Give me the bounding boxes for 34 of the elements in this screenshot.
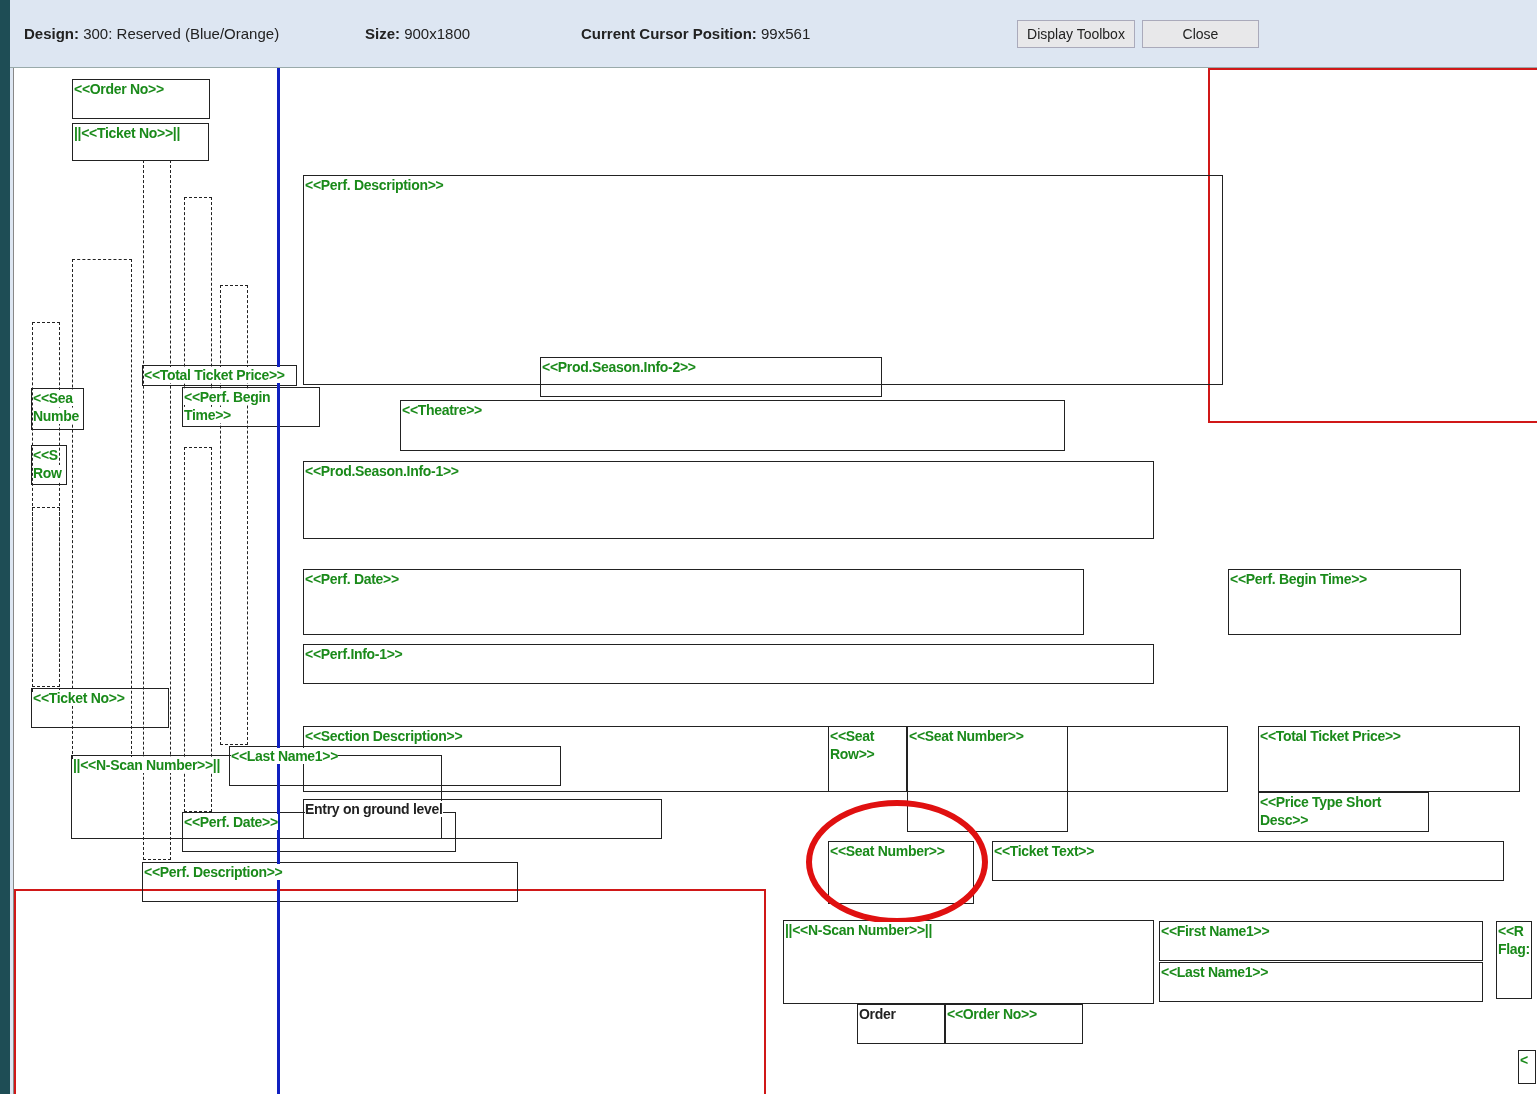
merge-field[interactable]: <<Theatre>>: [400, 400, 1065, 451]
merge-field[interactable]: <<Seat Number>>: [907, 726, 1068, 832]
merge-field[interactable]: ||<<N-Scan Number>>||: [783, 920, 1154, 1004]
merge-field[interactable]: <<Perf. Begin Time>>: [182, 387, 320, 427]
merge-field[interactable]: <: [1518, 1050, 1536, 1084]
merge-field[interactable]: <<Last Name1>>: [229, 746, 561, 786]
merge-field[interactable]: <<Perf. Description>>: [142, 862, 518, 902]
merge-field[interactable]: <<Seat Number>>: [828, 841, 974, 904]
toolbar-info: Design: 300: Reserved (Blue/Orange): [24, 25, 281, 42]
toolbar-info: Current Cursor Position: 99x561: [581, 25, 812, 42]
merge-field[interactable]: <<Order No>>: [72, 79, 210, 119]
merge-field[interactable]: <<First Name1>>: [1159, 921, 1483, 961]
merge-field[interactable]: <<Perf. Begin Time>>: [1228, 569, 1461, 635]
merge-field[interactable]: <<Prod.Season.Info-1>>: [303, 461, 1154, 539]
merge-field[interactable]: <<Seat Row>>: [828, 726, 907, 792]
merge-field[interactable]: <<Total Ticket Price>>: [142, 365, 297, 386]
text-field[interactable]: Entry on ground level: [303, 799, 662, 839]
merge-field[interactable]: <<Price Type Short Desc>>: [1258, 792, 1429, 832]
merge-field[interactable]: <<Prod.Season.Info-2>>: [540, 357, 882, 397]
merge-field[interactable]: <<S Row: [31, 445, 67, 485]
merge-field[interactable]: ||<<Ticket No>>||: [72, 123, 209, 161]
text-field[interactable]: Order: [857, 1004, 945, 1044]
merge-field[interactable]: <<Sea Numbe: [31, 388, 84, 430]
display-toolbox-button[interactable]: Display Toolbox: [1017, 19, 1135, 48]
toolbar-info: Size: 900x1800: [365, 25, 472, 42]
merge-field[interactable]: <<Perf.Info-1>>: [303, 644, 1154, 684]
merge-field[interactable]: <<Perf. Date>>: [303, 569, 1084, 635]
merge-field[interactable]: <<Ticket No>>: [31, 688, 169, 728]
merge-field[interactable]: <<Order No>>: [945, 1004, 1083, 1044]
merge-field[interactable]: <<R Flag:: [1496, 921, 1532, 999]
merge-field[interactable]: <<Total Ticket Price>>: [1258, 726, 1520, 792]
close-button[interactable]: Close: [1142, 19, 1259, 48]
merge-field[interactable]: <<Last Name1>>: [1159, 962, 1483, 1002]
merge-field[interactable]: <<Ticket Text>>: [992, 841, 1504, 881]
